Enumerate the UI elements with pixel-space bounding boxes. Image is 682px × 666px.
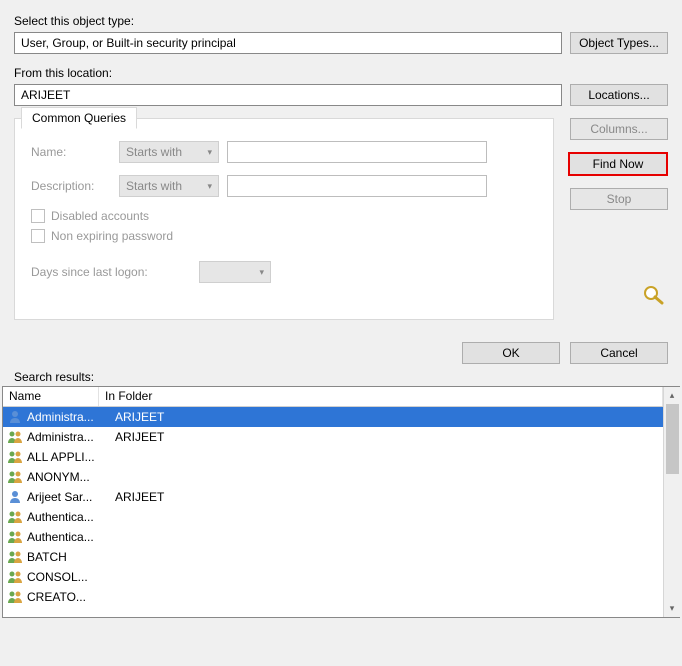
chevron-down-icon: ▾ [207,181,212,192]
name-mode-value: Starts with [126,145,182,159]
name-mode-combo[interactable]: Starts with ▾ [119,141,219,163]
group-icon [7,429,23,445]
tab-common-queries[interactable]: Common Queries [21,107,137,129]
description-label: Description: [31,179,111,193]
table-row[interactable]: Authentica... [3,527,663,547]
columns-button[interactable]: Columns... [570,118,668,140]
row-name: ALL APPLI... [27,450,107,464]
row-folder: ARIJEET [107,410,164,424]
location-field[interactable]: ARIJEET [14,84,562,106]
location-label: From this location: [14,66,668,80]
table-row[interactable]: CREATO... [3,587,663,607]
description-mode-combo[interactable]: Starts with ▾ [119,175,219,197]
non-expiring-checkbox[interactable] [31,229,45,243]
row-name: CREATO... [27,590,107,604]
group-icon [7,529,23,545]
table-row[interactable]: BATCH [3,547,663,567]
table-row[interactable]: Administra...ARIJEET [3,427,663,447]
chevron-down-icon: ▾ [259,267,264,278]
table-row[interactable]: Authentica... [3,507,663,527]
object-type-field[interactable]: User, Group, or Built-in security princi… [14,32,562,54]
group-icon [7,469,23,485]
scroll-up-icon[interactable]: ▴ [664,387,680,404]
group-icon [7,569,23,585]
row-name: BATCH [27,550,107,564]
table-row[interactable]: ALL APPLI... [3,447,663,467]
column-name[interactable]: Name [3,387,99,406]
description-mode-value: Starts with [126,179,182,193]
row-folder: ARIJEET [107,490,164,504]
days-logon-combo[interactable]: ▾ [199,261,271,283]
table-row[interactable]: ANONYM... [3,467,663,487]
cancel-button[interactable]: Cancel [570,342,668,364]
row-folder: ARIJEET [107,430,164,444]
object-type-label: Select this object type: [14,14,668,28]
search-results: Name In Folder Administra...ARIJEETAdmin… [2,386,680,618]
common-queries-panel: Common Queries Name: Starts with ▾ Descr… [14,118,554,320]
user-icon [7,489,23,505]
non-expiring-label: Non expiring password [51,229,173,243]
results-header: Name In Folder [3,387,663,407]
scroll-thumb[interactable] [666,404,679,474]
table-row[interactable]: Arijeet Sar...ARIJEET [3,487,663,507]
chevron-down-icon: ▾ [207,147,212,158]
ok-button[interactable]: OK [462,342,560,364]
group-icon [7,449,23,465]
column-folder[interactable]: In Folder [99,387,663,406]
row-name: Administra... [27,430,107,444]
table-row[interactable]: CONSOL... [3,567,663,587]
description-input[interactable] [227,175,487,197]
object-types-button[interactable]: Object Types... [570,32,668,54]
scroll-down-icon[interactable]: ▾ [664,600,680,617]
user-icon [7,409,23,425]
row-name: CONSOL... [27,570,107,584]
search-results-label: Search results: [14,370,682,384]
days-logon-label: Days since last logon: [31,265,191,279]
group-icon [7,509,23,525]
disabled-accounts-checkbox[interactable] [31,209,45,223]
row-name: Authentica... [27,530,107,544]
row-name: Administra... [27,410,107,424]
scrollbar[interactable]: ▴ ▾ [663,387,680,617]
locations-button[interactable]: Locations... [570,84,668,106]
table-row[interactable]: Administra...ARIJEET [3,407,663,427]
find-now-button[interactable]: Find Now [568,152,668,176]
name-input[interactable] [227,141,487,163]
disabled-accounts-label: Disabled accounts [51,209,149,223]
row-name: Arijeet Sar... [27,490,107,504]
name-label: Name: [31,145,111,159]
row-name: ANONYM... [27,470,107,484]
search-icon [640,284,668,306]
group-icon [7,549,23,565]
group-icon [7,589,23,605]
stop-button[interactable]: Stop [570,188,668,210]
row-name: Authentica... [27,510,107,524]
